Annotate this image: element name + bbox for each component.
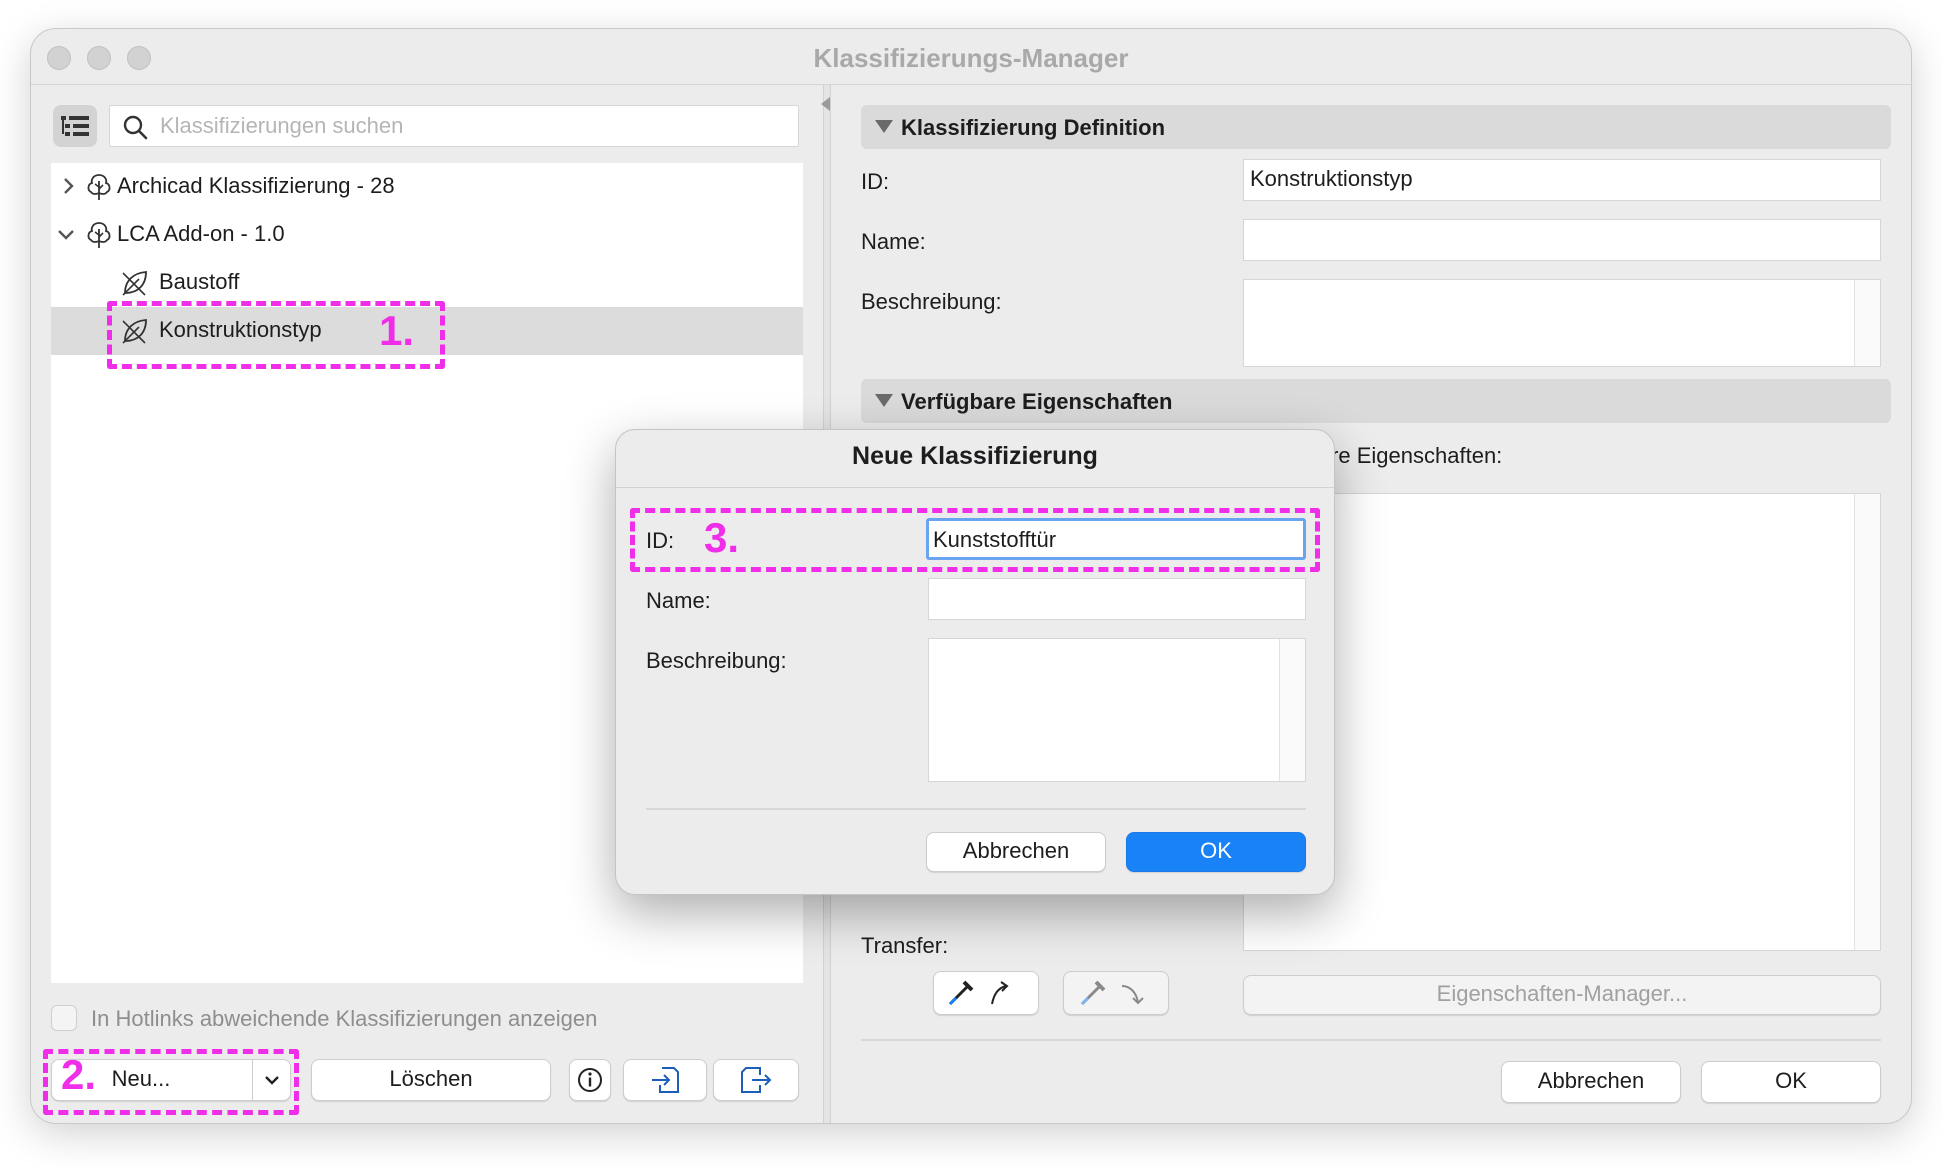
tree-row-lca-addon[interactable]: LCA Add-on - 1.0 bbox=[51, 211, 803, 259]
search-icon bbox=[123, 115, 148, 140]
tree-item-label: LCA Add-on - 1.0 bbox=[117, 221, 285, 246]
delete-button[interactable]: Löschen bbox=[311, 1059, 551, 1101]
disclosure-triangle-icon bbox=[875, 120, 893, 133]
available-properties-list[interactable] bbox=[1243, 493, 1881, 951]
definition-section-header[interactable]: Klassifizierung Definition bbox=[861, 105, 1891, 149]
annotation-number-2: 2. bbox=[61, 1051, 97, 1098]
id-field[interactable]: Konstruktionstyp bbox=[1243, 159, 1881, 201]
properties-section-title: Verfügbare Eigenschaften bbox=[901, 389, 1173, 414]
import-button[interactable] bbox=[623, 1059, 707, 1101]
chevron-right-icon[interactable] bbox=[57, 175, 79, 197]
collapse-pane-icon[interactable] bbox=[821, 97, 830, 111]
ok-button[interactable]: OK bbox=[1701, 1061, 1881, 1103]
export-icon bbox=[741, 1067, 772, 1093]
transfer-inject-button[interactable] bbox=[1063, 971, 1169, 1015]
dialog-ok-label: OK bbox=[1200, 838, 1232, 863]
dialog-description-field[interactable] bbox=[928, 638, 1306, 782]
delete-button-label: Löschen bbox=[389, 1066, 473, 1091]
properties-section-header[interactable]: Verfügbare Eigenschaften bbox=[861, 379, 1891, 423]
annotation-number-3: 3. bbox=[704, 514, 740, 561]
tree-icon bbox=[87, 174, 111, 200]
hotlinks-label: In Hotlinks abweichende Klassifizierunge… bbox=[91, 1006, 598, 1031]
dialog-title: Neue Klassifizierung bbox=[852, 442, 1098, 470]
search-input[interactable] bbox=[160, 110, 780, 142]
tree-icon bbox=[87, 222, 111, 248]
description-label: Beschreibung: bbox=[861, 289, 1002, 314]
dialog-name-field[interactable] bbox=[928, 578, 1306, 620]
ok-button-label: OK bbox=[1775, 1068, 1807, 1093]
chevron-down-icon[interactable] bbox=[55, 223, 77, 245]
leaf-icon bbox=[122, 271, 147, 296]
tree-item-label: Archicad Klassifizierung - 28 bbox=[117, 173, 395, 198]
name-label: Name: bbox=[861, 229, 926, 254]
description-field[interactable] bbox=[1243, 279, 1881, 367]
dialog-footer-separator bbox=[646, 808, 1306, 810]
list-tree-icon bbox=[61, 116, 89, 136]
description-scrollbar[interactable] bbox=[1854, 280, 1880, 366]
footer-separator bbox=[861, 1039, 1881, 1041]
classification-manager-window: Klassifizierungs-Manager A bbox=[30, 28, 1912, 1124]
syringe-inject-icon bbox=[1080, 980, 1144, 1006]
dialog-cancel-label: Abbrechen bbox=[962, 838, 1070, 863]
dialog-description-label: Beschreibung: bbox=[646, 648, 787, 673]
titlebar: Klassifizierungs-Manager bbox=[31, 29, 1911, 85]
cancel-button[interactable]: Abbrechen bbox=[1501, 1061, 1681, 1103]
definition-section-title: Klassifizierung Definition bbox=[901, 115, 1166, 140]
transfer-label: Transfer: bbox=[861, 933, 949, 958]
properties-scrollbar[interactable] bbox=[1854, 494, 1880, 950]
properties-manager-button[interactable]: Eigenschaften-Manager... bbox=[1243, 975, 1881, 1015]
export-button[interactable] bbox=[713, 1059, 799, 1101]
info-icon bbox=[578, 1068, 602, 1092]
import-icon bbox=[652, 1067, 679, 1093]
transfer-pick-button[interactable] bbox=[933, 971, 1039, 1015]
annotation-number-1: 1. bbox=[379, 307, 415, 354]
id-value: Konstruktionstyp bbox=[1250, 166, 1413, 191]
search-field bbox=[109, 105, 799, 147]
hotlinks-checkbox[interactable] bbox=[51, 1005, 77, 1031]
new-classification-dialog: Neue Klassifizierung ID: Name: Beschreib… bbox=[615, 429, 1335, 895]
window-title: Klassifizierungs-Manager bbox=[813, 43, 1129, 73]
eyedropper-pick-icon bbox=[948, 980, 1009, 1006]
dialog-description-scrollbar[interactable] bbox=[1279, 639, 1305, 781]
disclosure-triangle-icon bbox=[875, 394, 893, 407]
name-field[interactable] bbox=[1243, 219, 1881, 261]
view-toggle-button[interactable] bbox=[53, 105, 97, 147]
tree-item-label: Baustoff bbox=[159, 269, 240, 294]
id-label: ID: bbox=[861, 169, 890, 194]
tree-row-archicad[interactable]: Archicad Klassifizierung - 28 bbox=[51, 163, 803, 211]
tree-row-baustoff[interactable]: Baustoff bbox=[51, 259, 803, 307]
dialog-cancel-button[interactable]: Abbrechen bbox=[926, 832, 1106, 872]
properties-manager-label: Eigenschaften-Manager... bbox=[1436, 981, 1688, 1006]
dialog-ok-button[interactable]: OK bbox=[1126, 832, 1306, 872]
cancel-button-label: Abbrechen bbox=[1537, 1068, 1645, 1093]
info-button[interactable] bbox=[569, 1059, 611, 1101]
dialog-title-separator bbox=[616, 487, 1334, 488]
dialog-name-label: Name: bbox=[646, 588, 711, 613]
